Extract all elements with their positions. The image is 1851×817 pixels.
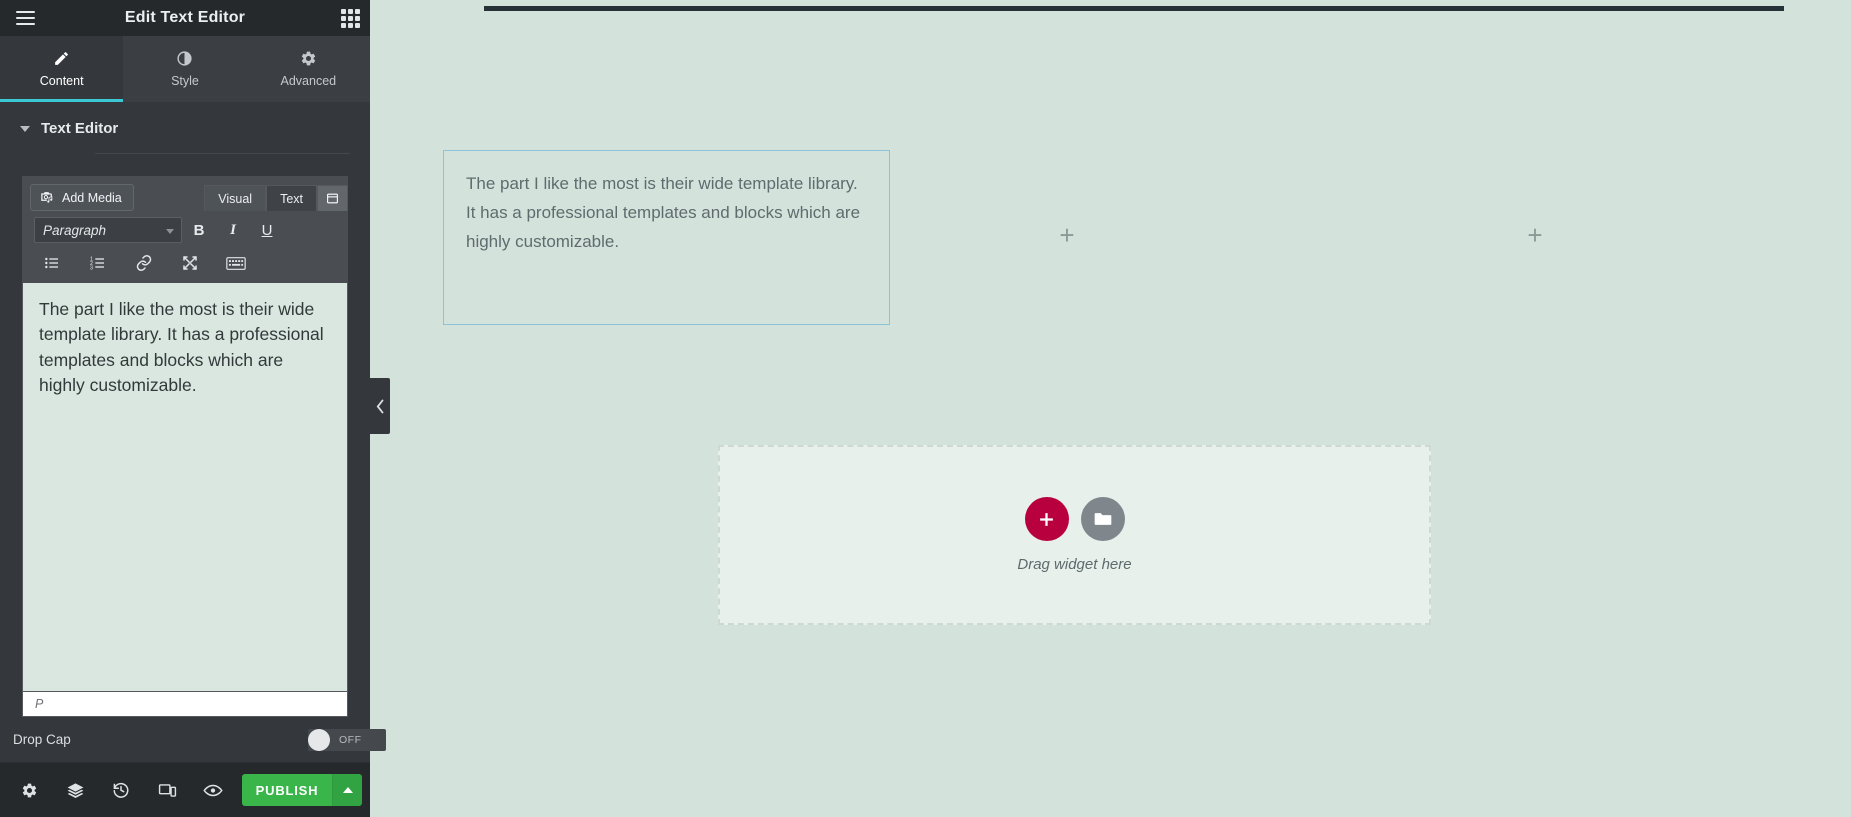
add-section-marker-1[interactable]: + bbox=[1056, 222, 1078, 248]
editor-text-content[interactable]: The part I like the most is their wide t… bbox=[22, 283, 348, 691]
editor-icon-toolbar: 1 2 3 bbox=[22, 249, 348, 283]
panel-header: Edit Text Editor bbox=[0, 0, 370, 36]
section-header-text-editor[interactable]: Text Editor bbox=[0, 102, 370, 137]
plus-icon bbox=[1040, 512, 1053, 526]
keyboard-icon[interactable] bbox=[226, 253, 246, 273]
layers-icon[interactable] bbox=[52, 763, 98, 817]
fullscreen-icon[interactable] bbox=[180, 253, 200, 273]
elementor-editor-root: Edit Text Editor Content Style Advanced … bbox=[0, 0, 1851, 817]
pencil-icon bbox=[53, 50, 70, 67]
tab-text[interactable]: Text bbox=[266, 185, 317, 211]
widget-dropzone[interactable]: Drag widget here bbox=[718, 445, 1431, 625]
publish-options-button[interactable] bbox=[332, 774, 362, 806]
add-media-label: Add Media bbox=[62, 190, 122, 205]
chevron-down-icon bbox=[166, 229, 174, 234]
bold-button[interactable]: B bbox=[182, 217, 216, 243]
camera-music-icon bbox=[40, 189, 55, 207]
publish-group: PUBLISH bbox=[242, 774, 362, 806]
tab-content-label: Content bbox=[39, 74, 84, 88]
toolbar-toggle-icon[interactable] bbox=[317, 185, 348, 211]
panel-collapse-handle[interactable] bbox=[370, 378, 390, 434]
tab-visual[interactable]: Visual bbox=[204, 185, 267, 211]
tab-advanced[interactable]: Advanced bbox=[247, 36, 370, 102]
gear-icon bbox=[300, 50, 317, 67]
svg-text:3: 3 bbox=[90, 266, 93, 271]
panel-bottom-bar: PUBLISH bbox=[0, 763, 370, 817]
preview-eye-icon[interactable] bbox=[190, 763, 236, 817]
editor-status-bar: P bbox=[22, 691, 348, 717]
add-section-marker-2[interactable]: + bbox=[1524, 222, 1546, 248]
chevron-up-icon bbox=[342, 787, 353, 793]
drop-cap-state: OFF bbox=[339, 733, 362, 746]
editor-panel: Edit Text Editor Content Style Advanced … bbox=[0, 0, 386, 817]
settings-gear-icon[interactable] bbox=[6, 763, 52, 817]
unordered-list-icon[interactable] bbox=[42, 253, 62, 273]
paragraph-format-select[interactable]: Paragraph bbox=[34, 217, 182, 243]
drop-cap-toggle[interactable]: OFF bbox=[308, 728, 386, 751]
section-title-label: Text Editor bbox=[41, 120, 119, 137]
underline-button[interactable]: U bbox=[250, 217, 284, 243]
dropzone-buttons bbox=[1024, 497, 1125, 541]
toggle-knob bbox=[308, 728, 330, 751]
tab-advanced-label: Advanced bbox=[280, 74, 337, 88]
section-divider bbox=[95, 153, 350, 154]
panel-tabs: Content Style Advanced bbox=[0, 36, 370, 102]
folder-icon bbox=[1094, 513, 1111, 525]
chevron-left-icon bbox=[376, 399, 383, 413]
tab-content[interactable]: Content bbox=[0, 36, 124, 102]
add-new-widget-button[interactable] bbox=[1024, 497, 1069, 541]
grid-icon[interactable] bbox=[341, 9, 360, 28]
tab-style-label: Style bbox=[171, 74, 199, 88]
panel-title: Edit Text Editor bbox=[124, 9, 246, 26]
editor-canvas: The part I like the most is their wide t… bbox=[370, 0, 1851, 817]
editor-mode-tabs: Visual Text bbox=[204, 185, 348, 211]
top-divider-bar bbox=[484, 6, 1784, 11]
text-editor-widget[interactable]: The part I like the most is their wide t… bbox=[443, 150, 890, 325]
paragraph-format-value: Paragraph bbox=[43, 222, 107, 238]
editor-media-row: Add Media Visual Text bbox=[22, 176, 348, 211]
italic-button[interactable]: I bbox=[216, 217, 250, 243]
add-media-button[interactable]: Add Media bbox=[30, 184, 134, 211]
drop-cap-control: Drop Cap OFF bbox=[0, 717, 386, 763]
hamburger-menu-icon[interactable] bbox=[8, 0, 42, 36]
dropzone-label: Drag widget here bbox=[1017, 556, 1132, 573]
ordered-list-icon[interactable]: 1 2 3 bbox=[88, 253, 108, 273]
responsive-mode-icon[interactable] bbox=[144, 763, 190, 817]
history-revisions-icon[interactable] bbox=[98, 763, 144, 817]
publish-button[interactable]: PUBLISH bbox=[242, 774, 332, 806]
template-library-button[interactable] bbox=[1080, 497, 1125, 541]
link-icon[interactable] bbox=[134, 253, 154, 273]
editor-format-toolbar: Paragraph B I U bbox=[22, 211, 348, 249]
tab-style[interactable]: Style bbox=[123, 36, 246, 102]
chevron-down-icon bbox=[20, 125, 30, 132]
wysiwyg-editor: Add Media Visual Text Paragraph B I U 1 … bbox=[22, 176, 348, 717]
contrast-half-circle-icon bbox=[176, 50, 193, 67]
drop-cap-label: Drop Cap bbox=[13, 732, 71, 747]
